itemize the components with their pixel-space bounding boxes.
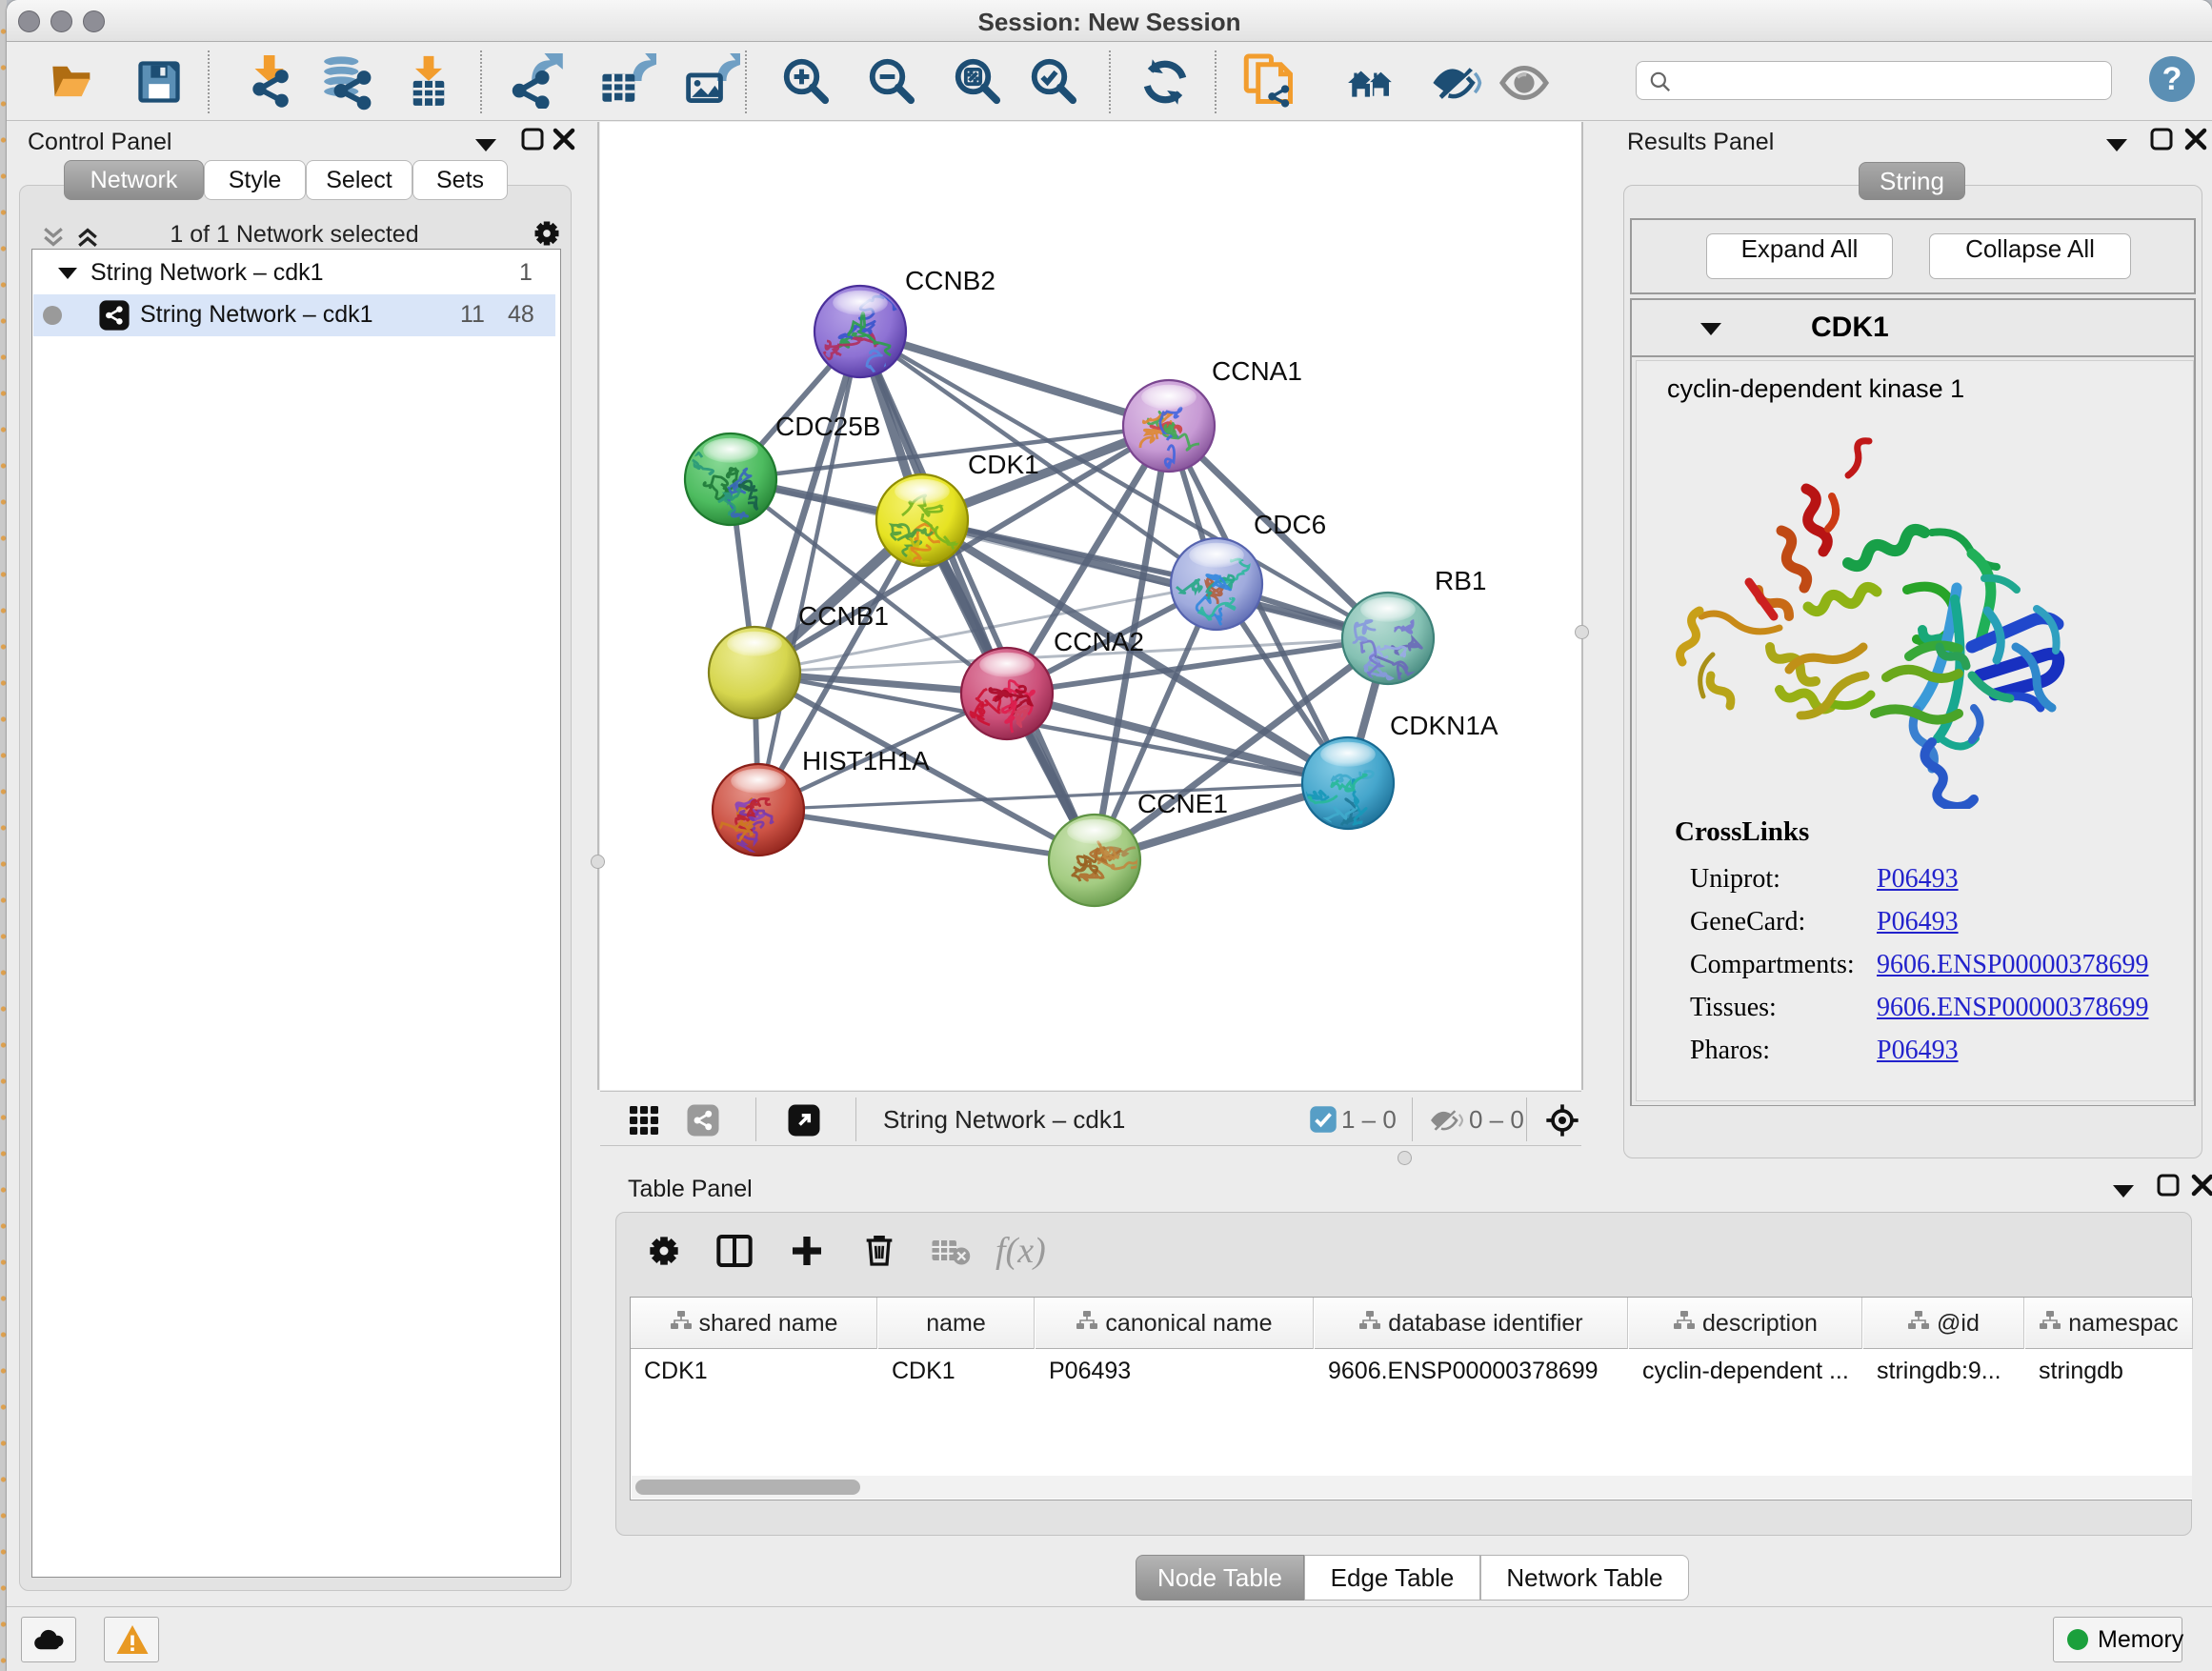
svg-text:CDKN1A: CDKN1A	[1390, 711, 1498, 740]
svg-text:CDC25B: CDC25B	[775, 412, 880, 441]
svg-text:RB1: RB1	[1435, 566, 1486, 595]
svg-text:CCNB2: CCNB2	[905, 266, 995, 295]
svg-text:CCNE1: CCNE1	[1137, 789, 1228, 818]
svg-text:CCNA2: CCNA2	[1054, 627, 1144, 656]
svg-text:CCNB1: CCNB1	[798, 601, 889, 631]
svg-text:CCNA1: CCNA1	[1212, 356, 1302, 386]
svg-text:HIST1H1A: HIST1H1A	[802, 746, 930, 775]
svg-text:CDK1: CDK1	[968, 450, 1039, 479]
svg-text:CDC6: CDC6	[1254, 510, 1326, 539]
